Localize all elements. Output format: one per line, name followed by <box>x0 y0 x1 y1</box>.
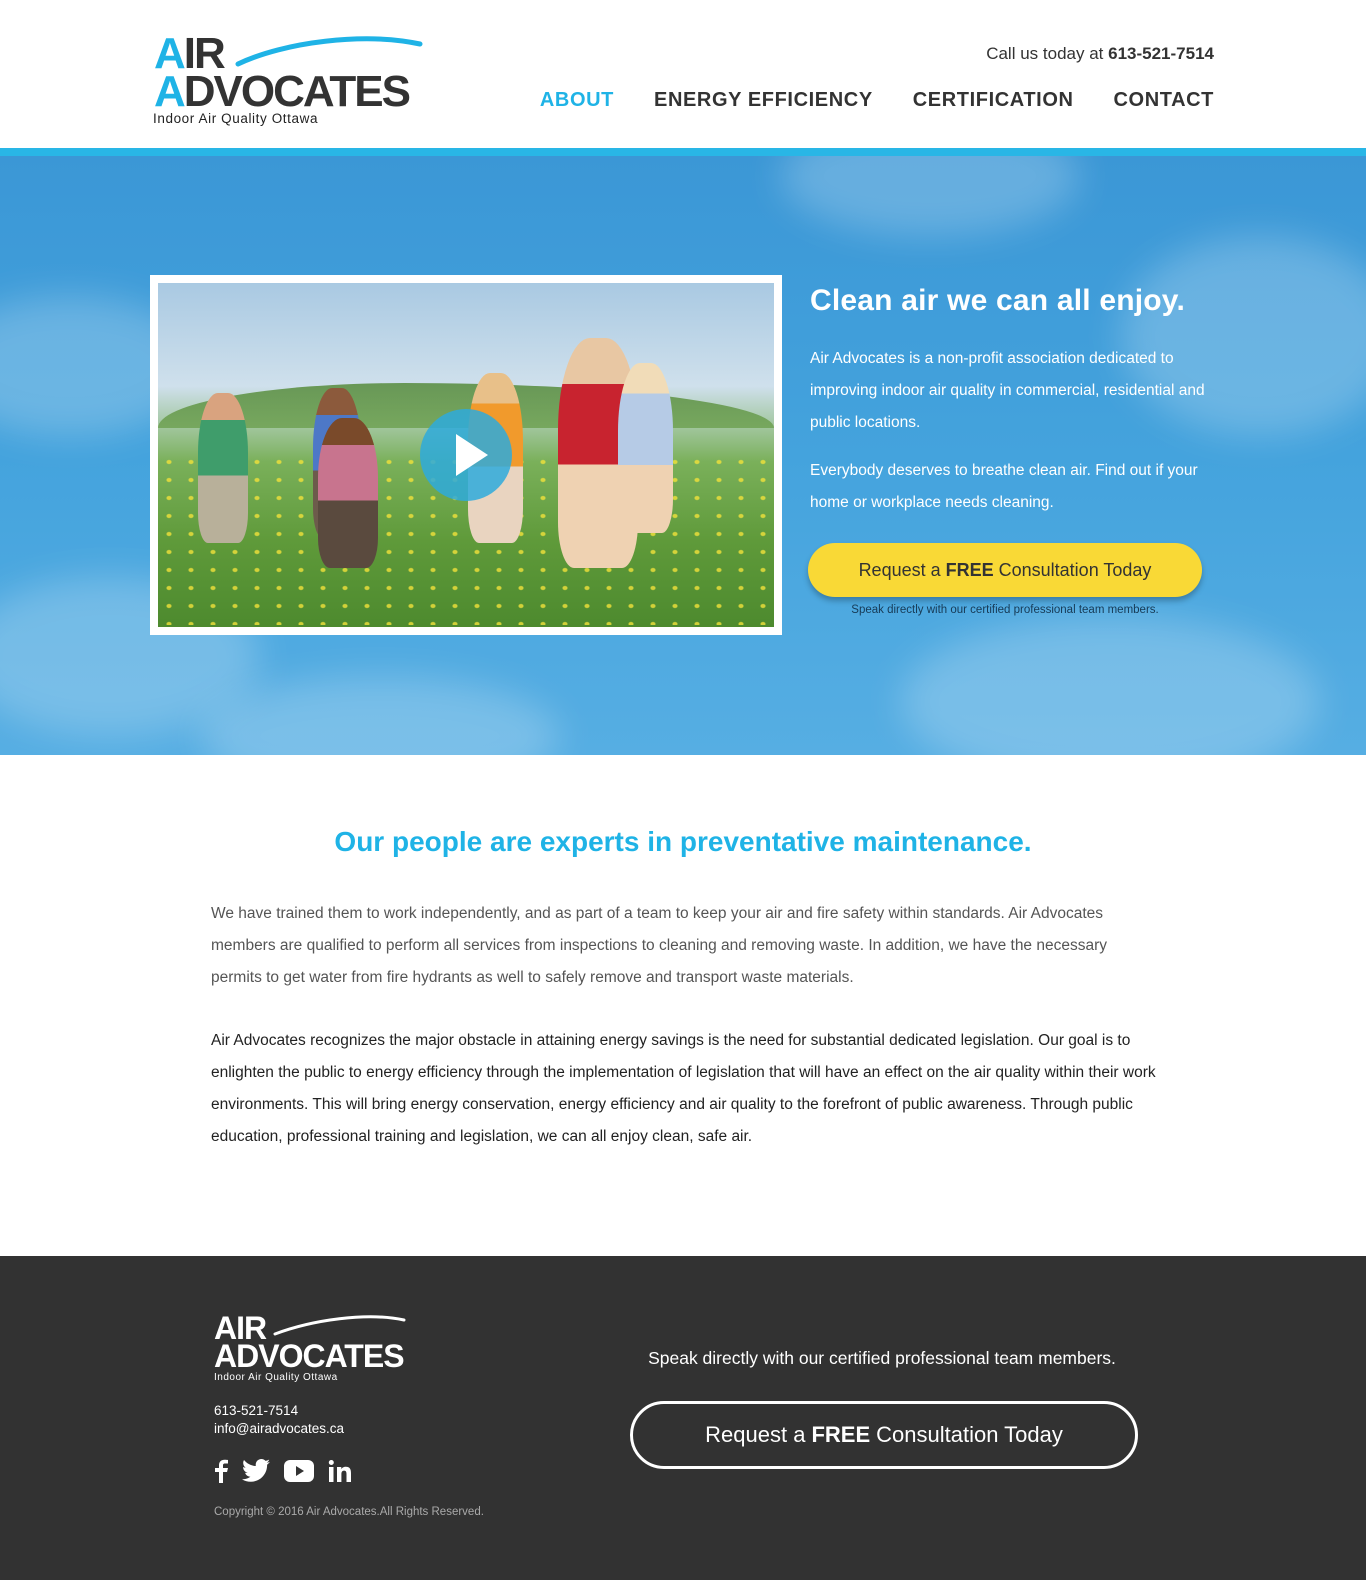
footer-logo[interactable]: AIR ADVOCATES Indoor Air Quality Ottawa <box>214 1312 414 1383</box>
facebook-icon[interactable] <box>214 1459 228 1483</box>
twitter-icon[interactable] <box>242 1459 270 1483</box>
nav-item-energy-efficiency[interactable]: ENERGY EFFICIENCY <box>654 89 873 112</box>
header-accent-bar <box>0 148 1366 156</box>
about-paragraph: Air Advocates recognizes the major obsta… <box>211 1032 1156 1145</box>
hero-paragraph: Everybody deserves to breathe clean air.… <box>810 462 1198 511</box>
nav-item-about[interactable]: ABOUT <box>540 89 614 112</box>
nav-item-certification[interactable]: CERTIFICATION <box>913 89 1074 112</box>
child-figure <box>318 418 378 568</box>
copyright-text: Copyright © 2016 Air Advocates.All Right… <box>214 1506 484 1518</box>
nav-item-contact[interactable]: CONTACT <box>1114 89 1214 112</box>
section-heading: Our people are experts in preventative m… <box>334 826 1032 857</box>
request-consultation-button[interactable]: Request a FREE Consultation Today <box>808 543 1202 597</box>
logo-swoosh-icon <box>273 1315 406 1336</box>
call-us-text: Call us today at 613-521-7514 <box>986 44 1214 63</box>
logo-line2: ADVOCATES <box>154 67 411 116</box>
youtube-icon[interactable] <box>284 1460 314 1482</box>
logo[interactable]: AIR ADVOCATES Indoor Air Quality Ottawa <box>153 30 424 130</box>
main-nav: ABOUT ENERGY EFFICIENCY CERTIFICATION CO… <box>540 89 1214 112</box>
linkedin-icon[interactable] <box>328 1459 352 1483</box>
child-figure <box>618 363 673 533</box>
cloud-decoration <box>900 616 1320 755</box>
footer-email[interactable]: info@airadvocates.ca <box>214 1420 344 1438</box>
cta-note: Speak directly with our certified profes… <box>851 604 1159 616</box>
footer-phone[interactable]: 613-521-7514 <box>214 1402 344 1420</box>
social-links <box>214 1459 352 1483</box>
site-header: AIR ADVOCATES Indoor Air Quality Ottawa … <box>0 0 1366 148</box>
site-footer: AIR ADVOCATES Indoor Air Quality Ottawa … <box>0 1256 1366 1580</box>
hero-section: Clean air we can all enjoy. Air Advocate… <box>0 156 1366 755</box>
play-icon[interactable] <box>420 409 512 501</box>
footer-note: Speak directly with our certified profes… <box>648 1348 1116 1368</box>
footer-request-consultation-button[interactable]: Request a FREE Consultation Today <box>630 1401 1138 1469</box>
hero-paragraph: Air Advocates is a non-profit associatio… <box>810 350 1205 431</box>
cloud-decoration <box>780 156 1080 236</box>
video-thumbnail[interactable] <box>158 283 774 627</box>
footer-contact: 613-521-7514 info@airadvocates.ca <box>214 1402 344 1438</box>
hero-title: Clean air we can all enjoy. <box>810 284 1185 317</box>
about-paragraph: We have trained them to work independent… <box>211 905 1108 986</box>
cloud-decoration <box>200 676 560 755</box>
child-figure <box>198 393 248 543</box>
logo-tagline: Indoor Air Quality Ottawa <box>153 111 319 126</box>
logo-swoosh-icon <box>235 36 423 67</box>
hero-text: Clean air we can all enjoy. Air Advocate… <box>810 284 1220 535</box>
header-phone[interactable]: 613-521-7514 <box>1108 44 1214 63</box>
video-frame[interactable] <box>150 275 782 635</box>
